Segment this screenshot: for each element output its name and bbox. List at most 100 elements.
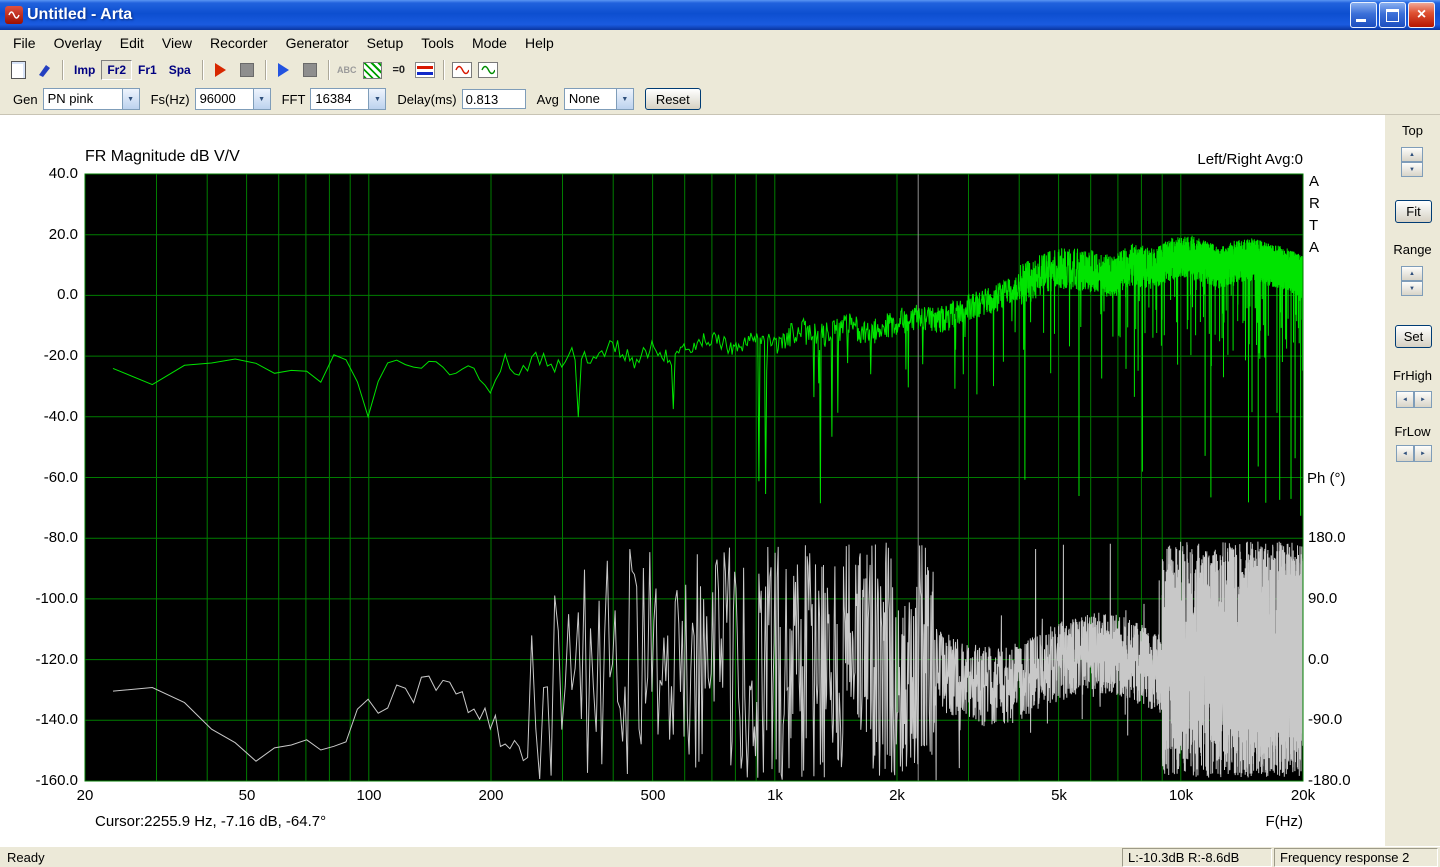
menu-edit[interactable]: Edit [111, 32, 153, 54]
freq-tick-label: 10k [1168, 787, 1194, 804]
toolbar-separator [201, 60, 203, 80]
play-icon [278, 63, 290, 77]
stop-icon [239, 63, 254, 77]
chevron-down-icon[interactable]: ▼ [252, 89, 270, 109]
menu-recorder[interactable]: Recorder [201, 32, 277, 54]
toolbar-separator [264, 60, 266, 80]
chevron-down-icon[interactable]: ▼ [121, 89, 139, 109]
set-button[interactable]: Set [1395, 325, 1432, 348]
menu-mode[interactable]: Mode [463, 32, 516, 54]
close-button[interactable]: × [1408, 2, 1435, 28]
edit-pen-button[interactable] [32, 59, 56, 81]
mag-tick-label: 40.0 [48, 165, 78, 182]
menu-tools[interactable]: Tools [412, 32, 463, 54]
range-spin-down-button[interactable]: ▼ [1401, 281, 1423, 296]
record-stop-button[interactable] [235, 59, 259, 81]
mag-tick-label: -60.0 [43, 469, 78, 486]
fit-button[interactable]: Fit [1395, 200, 1432, 223]
fft-select[interactable]: 16384 ▼ [310, 88, 387, 110]
chart-title: FR Magnitude dB V/V [85, 148, 240, 165]
titlebar: Untitled - Arta × [0, 0, 1440, 30]
fft-label: FFT [281, 91, 306, 107]
fs-select[interactable]: 96000 ▼ [194, 88, 271, 110]
grid-hatch-button[interactable] [361, 59, 385, 81]
phase-axis-label: Ph (°) [1307, 470, 1346, 487]
gen-label: Gen [13, 91, 38, 107]
restore-icon [1386, 8, 1399, 22]
fs-label: Fs(Hz) [150, 91, 190, 107]
mag-tick-label: -80.0 [43, 529, 78, 546]
frhigh-left-button[interactable]: ◄ [1396, 391, 1414, 408]
stop-icon [302, 63, 317, 77]
frlow-label: FrLow [1394, 424, 1431, 439]
range-label: Range [1393, 242, 1432, 257]
menu-view[interactable]: View [153, 32, 201, 54]
reset-button[interactable]: Reset [644, 88, 701, 110]
signal-green-icon [477, 62, 498, 78]
range-spin-up-button[interactable]: ▲ [1401, 266, 1423, 281]
top-spin-down-button[interactable]: ▼ [1401, 162, 1423, 177]
arta-wave-icon [8, 11, 20, 19]
top-label: Top [1402, 123, 1423, 138]
freq-tick-label: 20 [76, 787, 94, 804]
top-spin-up-button[interactable]: ▲ [1401, 147, 1423, 162]
menu-help[interactable]: Help [516, 32, 563, 54]
minimize-icon [1356, 19, 1366, 22]
menu-setup[interactable]: Setup [358, 32, 413, 54]
menu-overlay[interactable]: Overlay [45, 32, 111, 54]
avg-select[interactable]: None ▼ [563, 88, 634, 110]
top-spinner: ▲ ▼ [1401, 147, 1423, 177]
frhigh-spinner: ◄ ► [1396, 391, 1432, 408]
statusbar: Ready L:-10.3dB R:-8.6dB Frequency respo… [0, 846, 1440, 867]
stop-button[interactable] [298, 59, 322, 81]
imp-mode-button[interactable]: Imp [68, 60, 101, 80]
fr1-mode-button[interactable]: Fr1 [132, 60, 163, 80]
frlow-right-button[interactable]: ► [1414, 445, 1432, 462]
freq-tick-label: 1k [767, 787, 783, 804]
signal-red-icon [451, 62, 472, 78]
spa-mode-button[interactable]: Spa [163, 60, 197, 80]
toolbar-separator [62, 60, 63, 80]
signal-red-button[interactable] [450, 59, 474, 81]
toolbar-separator [442, 60, 444, 80]
frlow-left-button[interactable]: ◄ [1396, 445, 1414, 462]
phase-tick-label: 0.0 [1308, 651, 1329, 668]
record-button[interactable] [209, 59, 233, 81]
arta-logo-letter: A [1309, 239, 1320, 256]
spellcheck-button[interactable]: ABC [335, 59, 359, 81]
level-bars-button[interactable] [413, 59, 437, 81]
delay-label: Delay(ms) [397, 91, 457, 107]
freq-tick-label: 500 [640, 787, 666, 804]
status-levels: L:-10.3dB R:-8.6dB [1122, 848, 1272, 867]
avg-label: Avg [536, 91, 559, 107]
signal-green-button[interactable] [476, 59, 500, 81]
phase-tick-label: -90.0 [1308, 711, 1343, 728]
menu-file[interactable]: File [4, 32, 45, 54]
app-window: Untitled - Arta × File Overlay Edit View Rec… [0, 0, 1440, 867]
menubar: File Overlay Edit View Recorder Generator Setu… [0, 30, 1440, 56]
arta-logo-letter: R [1309, 195, 1320, 212]
delay-zero-button[interactable]: =0 [387, 59, 411, 81]
frhigh-right-button[interactable]: ► [1414, 391, 1432, 408]
freq-tick-label: 2k [889, 787, 905, 804]
menu-generator[interactable]: Generator [277, 32, 358, 54]
plot-area[interactable] [0, 115, 1385, 846]
main-area: FR Magnitude dB V/V Left/Right Avg:0 ART… [0, 115, 1440, 846]
restore-button[interactable] [1379, 2, 1406, 28]
delay-input[interactable] [461, 89, 526, 109]
gen-select[interactable]: PN pink ▼ [42, 88, 140, 110]
minimize-button[interactable] [1350, 2, 1377, 28]
freq-axis-label: F(Hz) [1265, 813, 1304, 830]
fr-chart-window: FR Magnitude dB V/V Left/Right Avg:0 ART… [0, 115, 1385, 846]
freq-tick-label: 50 [238, 787, 256, 804]
generator-bar: Gen PN pink ▼ Fs(Hz) 96000 ▼ FFT 16384 ▼… [0, 84, 1440, 115]
new-file-button[interactable] [6, 59, 30, 81]
mag-tick-label: -100.0 [35, 590, 78, 607]
chevron-down-icon[interactable]: ▼ [368, 89, 386, 109]
chevron-down-icon[interactable]: ▼ [615, 89, 633, 109]
play-button[interactable] [272, 59, 296, 81]
fr2-mode-button[interactable]: Fr2 [101, 60, 133, 80]
mag-tick-label: -40.0 [43, 408, 78, 425]
phase-tick-label: 90.0 [1308, 590, 1338, 607]
new-file-icon [10, 61, 26, 79]
